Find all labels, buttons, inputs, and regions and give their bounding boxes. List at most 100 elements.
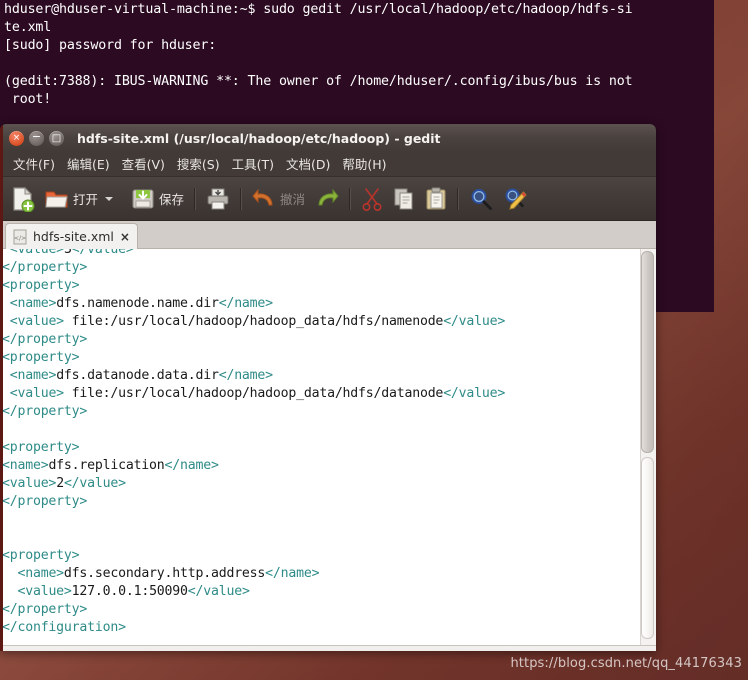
watermark: https://blog.csdn.net/qq_44176343	[510, 656, 742, 671]
toolbar-separator-3	[349, 187, 352, 210]
gedit-window[interactable]: × − □ hdfs-site.xml (/usr/local/hadoop/e…	[0, 124, 656, 651]
tab-hdfs-site-xml[interactable]: </> hdfs-site.xml ×	[5, 223, 138, 249]
maximize-icon: □	[51, 132, 62, 144]
xml-tag: <value>	[9, 314, 64, 329]
redo-button[interactable]	[310, 181, 344, 217]
editor-scrollbar-track-lower[interactable]	[641, 457, 654, 639]
tab-close-icon[interactable]: ×	[120, 230, 130, 244]
menu-documents[interactable]: 文档(D)	[280, 152, 336, 176]
close-icon: ×	[12, 132, 21, 143]
xml-text: dfs.secondary.http.address	[63, 566, 266, 581]
undo-button[interactable]: 撤消	[247, 181, 310, 217]
copy-icon	[394, 188, 413, 209]
code-line: </property>	[2, 601, 622, 619]
tabwidth-label: 制表符宽度：8	[354, 650, 434, 651]
menu-file[interactable]: 文件(F)	[7, 152, 61, 176]
xml-tag: </name>	[164, 458, 219, 473]
scissors-icon	[362, 187, 382, 211]
xml-text: dfs.replication	[48, 458, 165, 473]
open-folder-icon	[45, 190, 68, 208]
xml-tag: </value>	[443, 314, 506, 329]
undo-arrow-icon	[252, 188, 273, 205]
undo-label: 撤消	[280, 192, 306, 207]
menu-search[interactable]: 搜索(S)	[171, 152, 226, 176]
xml-tag: </name>	[218, 368, 273, 383]
menu-help[interactable]: 帮助(H)	[336, 152, 392, 176]
gedit-toolbar[interactable]: 打开 保存 撤消	[0, 177, 656, 221]
save-label: 保存	[159, 192, 185, 207]
xml-source-text[interactable]: <value>3</value> </property> <property> <n…	[2, 249, 622, 637]
toolbar-separator-4	[457, 187, 460, 210]
editor-scrollbar[interactable]	[640, 249, 656, 645]
xml-tag: <property>	[2, 278, 80, 293]
terminal-scrollbar[interactable]	[714, 0, 748, 312]
code-line: <name>dfs.namenode.name.dir</name>	[2, 295, 622, 313]
code-line: <property>	[2, 277, 622, 295]
paste-button[interactable]	[420, 181, 452, 217]
xml-tag: <property>	[2, 440, 80, 455]
close-window-button[interactable]: ×	[9, 130, 24, 146]
code-line: <value>3</value>	[2, 249, 622, 259]
xml-tag: <value>	[9, 249, 64, 257]
minimize-window-button[interactable]: −	[29, 129, 44, 146]
xml-text: file:/usr/local/hadoop/hadoop_data/hdfs/…	[63, 386, 444, 401]
toolbar-separator-2	[240, 187, 243, 210]
xml-tag: </value>	[187, 584, 250, 599]
open-document-button[interactable]: 打开	[40, 181, 118, 217]
save-document-button[interactable]: 保存	[126, 181, 189, 217]
clipboard-icon	[426, 187, 446, 209]
code-line: </property>	[2, 259, 622, 277]
xml-tag: <name>	[9, 368, 57, 383]
xml-tag: <value>	[2, 476, 57, 491]
cursor-position-label: 行 1 , 列 1	[506, 650, 564, 651]
maximize-window-button[interactable]: □	[49, 130, 64, 146]
xml-tag: <name>	[17, 566, 64, 581]
chevron-down-icon[interactable]	[105, 196, 114, 201]
code-line: <property>	[2, 349, 622, 367]
xml-file-icon: </>	[13, 229, 27, 244]
gedit-titlebar[interactable]: × − □ hdfs-site.xml (/usr/local/hadoop/e…	[0, 124, 656, 152]
code-line: <property>	[2, 547, 622, 565]
menu-edit[interactable]: 编辑(E)	[61, 152, 116, 176]
gedit-menubar[interactable]: 文件(F) 编辑(E) 查看(V) 搜索(S) 工具(T) 文档(D) 帮助(H…	[0, 152, 656, 177]
minimize-icon: −	[31, 129, 42, 143]
xml-tag: <value>	[9, 386, 64, 401]
open-label: 打开	[73, 192, 99, 207]
new-document-button[interactable]	[6, 181, 40, 217]
code-line: <name>dfs.datanode.data.dir</name>	[2, 367, 622, 385]
xml-text: dfs.datanode.data.dir	[56, 368, 219, 383]
xml-text: 2	[56, 476, 64, 491]
code-line: </property>	[2, 403, 622, 421]
code-line: <name>dfs.secondary.http.address</name>	[2, 565, 622, 583]
code-line: <value>127.0.0.1:50090</value>	[2, 583, 622, 601]
cut-button[interactable]	[356, 181, 388, 217]
editor-scrollbar-thumb[interactable]	[641, 251, 654, 453]
xml-text: file:/usr/local/hadoop/hadoop_data/hdfs/…	[63, 314, 444, 329]
xml-text: 127.0.0.1:50090	[71, 584, 188, 599]
menu-tools[interactable]: 工具(T)	[226, 152, 280, 176]
xml-tag: <name>	[2, 458, 49, 473]
redo-arrow-icon	[318, 188, 339, 205]
xml-tag: </property>	[2, 404, 88, 419]
xml-tag: </name>	[265, 566, 320, 581]
xml-tag: </property>	[2, 494, 88, 509]
find-button[interactable]	[464, 181, 498, 217]
statusbar-tabwidth[interactable]: 制表符宽度：8	[354, 650, 444, 651]
replace-button[interactable]	[498, 181, 532, 217]
gedit-editor-area[interactable]: <value>3</value> </property> <property> <n…	[0, 249, 656, 645]
xml-tag: </configuration>	[2, 620, 126, 635]
printer-icon	[207, 188, 229, 209]
code-line: <value> file:/usr/local/hadoop/hadoop_da…	[2, 313, 622, 331]
gedit-tabstrip[interactable]: </> hdfs-site.xml ×	[0, 221, 656, 249]
window-title: hdfs-site.xml (/usr/local/hadoop/etc/had…	[77, 130, 441, 146]
copy-button[interactable]	[388, 181, 420, 217]
insert-mode-label: 插入	[616, 650, 640, 651]
print-document-button[interactable]	[201, 181, 235, 217]
menu-view[interactable]: 查看(V)	[116, 152, 171, 176]
xml-tag: </value>	[443, 386, 506, 401]
xml-tag: </value>	[71, 249, 134, 257]
xml-tag: </property>	[2, 602, 88, 617]
